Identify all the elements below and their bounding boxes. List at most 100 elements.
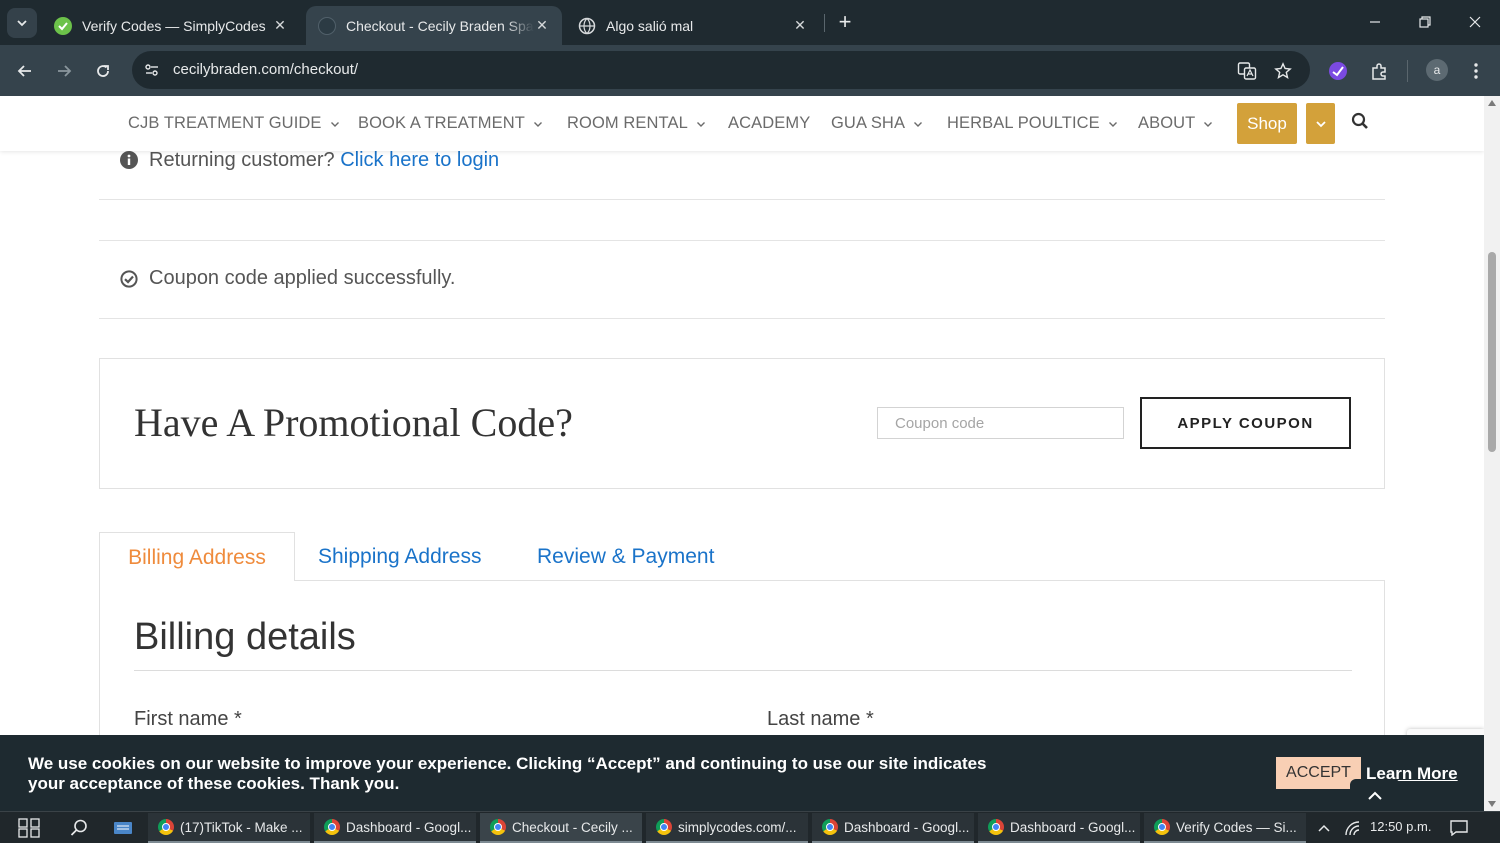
forward-button[interactable] [49,56,79,86]
info-icon [119,150,139,170]
windows-taskbar: (17)TikTok - Make ... Dashboard - Googl.… [0,811,1500,843]
scroll-up-arrow-icon[interactable] [1488,100,1496,106]
chevron-down-icon [914,121,923,127]
taskbar-item-dashboard[interactable]: Dashboard - Googl... [314,813,476,843]
site-search-button[interactable] [1349,110,1371,132]
coupon-success-text: Coupon code applied successfully. [149,267,456,289]
tab-shipping-address[interactable]: Shipping Address [318,532,481,581]
arrow-right-icon [58,65,72,77]
cookie-banner: We use cookies on our website to improve… [0,735,1484,811]
system-clock[interactable]: 12:50 p.m. [1370,819,1431,834]
nav-item-academy[interactable]: ACADEMY [728,114,810,133]
close-window-button[interactable] [1460,8,1490,36]
nav-item-label: CJB TREATMENT GUIDE [128,114,322,132]
restore-icon [1419,16,1431,28]
new-tab-button[interactable]: + [834,10,856,34]
nav-item-gua-sha[interactable]: GUA SHA [831,114,923,133]
nav-item-label: ACADEMY [728,114,811,132]
chevron-down-icon [696,121,705,127]
browser-toolbar: cecilybraden.com/checkout/ a [0,45,1500,96]
tray-chevron-up-icon[interactable] [1311,816,1337,840]
close-icon[interactable]: ✕ [792,17,808,34]
notifications-icon[interactable] [1446,816,1472,840]
chevron-down-icon [17,20,27,27]
cookie-accept-button[interactable]: ACCEPT [1276,757,1361,789]
nav-item-label: GUA SHA [831,114,906,132]
chevron-down-icon [330,121,339,127]
scrollbar-thumb[interactable] [1488,252,1496,452]
close-icon [1469,16,1481,28]
shop-button[interactable]: Shop [1237,103,1297,144]
nav-item-label: BOOK A TREATMENT [358,114,525,132]
extension-purple-icon[interactable] [1325,58,1351,84]
tab-search-button[interactable] [7,8,37,38]
apply-coupon-button[interactable]: APPLY COUPON [1140,397,1351,449]
arrow-left-icon [17,65,31,77]
cookie-message: We use cookies on our website to improve… [28,754,987,793]
taskbar-item-checkout[interactable]: Checkout - Cecily ... [480,813,642,843]
reload-button[interactable] [88,56,118,86]
chrome-icon [490,819,506,835]
coupon-code-input[interactable] [877,407,1124,439]
page-scrollbar[interactable] [1484,96,1500,811]
taskbar-item-dashboard[interactable]: Dashboard - Googl... [812,813,974,843]
taskbar-item-tiktok[interactable]: (17)TikTok - Make ... [148,813,310,843]
address-bar[interactable]: cecilybraden.com/checkout/ [132,51,1310,89]
bookmark-star-icon[interactable] [1272,60,1294,82]
chrome-icon [988,819,1004,835]
profile-avatar[interactable]: a [1426,59,1448,81]
reload-icon [97,65,109,77]
taskbar-item-label: Verify Codes — Si... [1176,819,1297,835]
nav-item-book-a-treatment[interactable]: BOOK A TREATMENT [358,114,543,133]
chevron-down-icon [533,121,542,127]
browser-tab-checkout[interactable]: Checkout - Cecily Braden Spa & Academy ✕ [306,6,562,45]
toolbar-separator [1407,60,1408,82]
task-view-icon[interactable] [16,816,42,840]
chrome-icon [822,819,838,835]
extensions-puzzle-icon[interactable] [1366,58,1392,84]
returning-customer-label: Returning customer? [149,149,335,171]
scroll-down-arrow-icon[interactable] [1488,801,1496,807]
taskbar-item-label: (17)TikTok - Make ... [180,819,303,835]
taskbar-item-verify-codes[interactable]: Verify Codes — Si... [1144,813,1306,843]
shop-dropdown-button[interactable] [1306,103,1335,144]
tab-title: Verify Codes — SimplyCodes [82,17,266,34]
billing-divider [134,670,1352,671]
web-page: CJB TREATMENT GUIDE BOOK A TREATMENT ROO… [0,96,1484,811]
restore-button[interactable] [1410,8,1440,36]
back-button[interactable] [10,56,40,86]
nav-item-about[interactable]: ABOUT [1138,114,1213,133]
taskbar-item-simplycodes[interactable]: simplycodes.com/... [646,813,808,843]
browser-menu-icon[interactable] [1464,58,1488,84]
cecily-braden-favicon-icon [318,16,336,35]
taskbar-item-dashboard[interactable]: Dashboard - Googl... [978,813,1140,843]
tab-billing-address[interactable]: Billing Address [99,532,295,581]
close-icon[interactable]: ✕ [272,17,288,34]
nav-item-label: HERBAL POULTICE [947,114,1100,132]
browser-tab-error[interactable]: Algo salió mal ✕ [566,6,820,45]
minimize-button[interactable] [1360,8,1390,36]
wifi-icon[interactable] [1340,816,1366,840]
translate-icon[interactable] [1236,60,1258,82]
taskbar-item-label: Dashboard - Googl... [844,819,970,835]
site-info-icon[interactable] [142,60,162,80]
taskbar-search-icon[interactable] [66,816,92,840]
back-to-top-button[interactable] [1350,779,1400,811]
url-text: cecilybraden.com/checkout/ [173,61,359,78]
login-link[interactable]: Click here to login [340,149,499,171]
nav-item-room-rental[interactable]: ROOM RENTAL [567,114,706,133]
chrome-icon [158,819,174,835]
nav-item-herbal-poultice[interactable]: HERBAL POULTICE [947,114,1118,133]
close-icon[interactable]: ✕ [534,17,550,34]
promo-title: Have A Promotional Code? [134,400,573,445]
chevron-down-icon [1204,121,1213,127]
globe-icon [578,17,596,35]
nav-item-cjb-treatment-guide[interactable]: CJB TREATMENT GUIDE [128,114,340,133]
checkout-step-tabs: Billing Address Shipping Address Review … [99,532,1385,581]
tab-review-payment[interactable]: Review & Payment [537,532,714,581]
keyboard-icon[interactable] [110,816,136,840]
search-icon [1351,112,1368,129]
chrome-icon [324,819,340,835]
browser-tab-simplycodes[interactable]: Verify Codes — SimplyCodes ✕ [42,6,300,45]
browser-tab-strip: Verify Codes — SimplyCodes ✕ Checkout - … [0,0,1500,45]
